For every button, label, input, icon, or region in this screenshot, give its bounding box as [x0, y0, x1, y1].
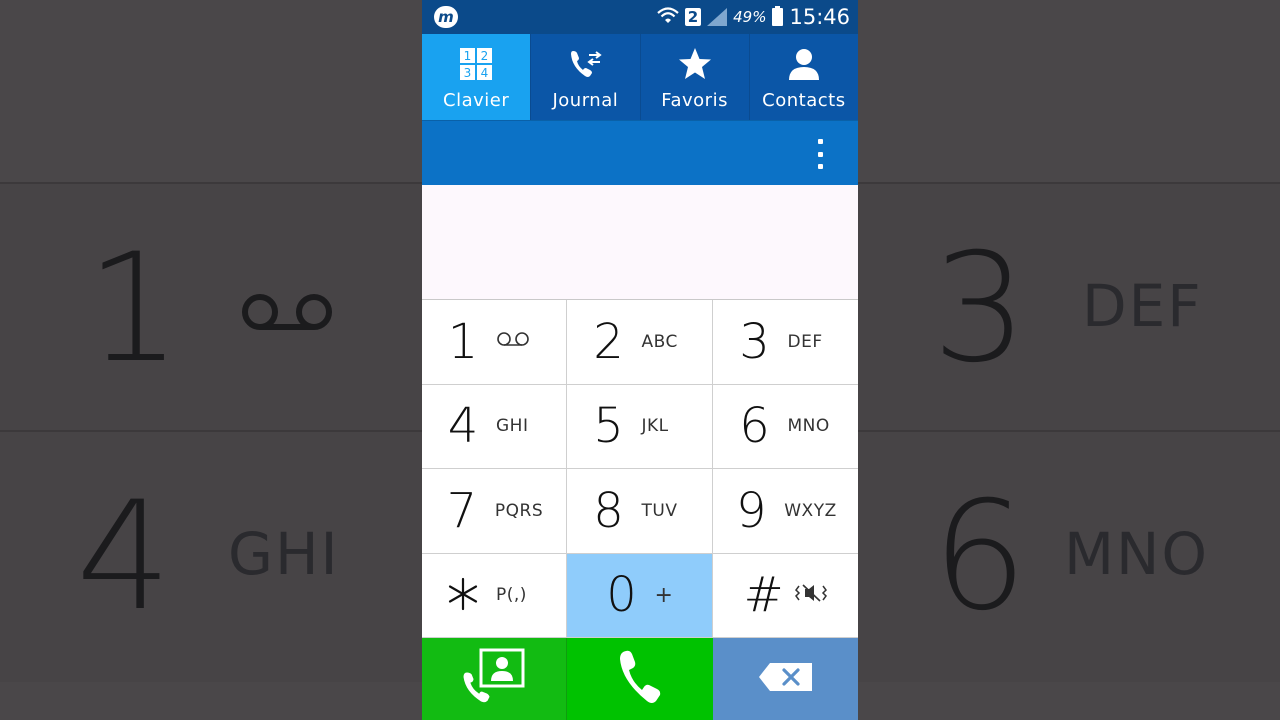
dialpad-icon-digit: 1: [464, 49, 472, 63]
backspace-icon: [758, 662, 814, 696]
background-letters: GHI: [228, 520, 340, 588]
background-row: [858, 182, 1280, 432]
status-clock: 15:46: [789, 5, 850, 29]
key-1[interactable]: 1: [422, 300, 567, 385]
key-digit: 3: [739, 313, 770, 370]
background-digit: 4: [76, 470, 172, 644]
call-button[interactable]: [567, 638, 713, 720]
star-icon: [678, 44, 712, 84]
key-digit: 0: [606, 567, 637, 624]
key-4[interactable]: 4 GHI: [422, 384, 567, 469]
tab-label: Journal: [552, 90, 619, 111]
number-display[interactable]: [422, 185, 858, 300]
sim-slot-badge: 2: [684, 8, 702, 26]
tab-clavier[interactable]: 1 2 3 4 Clavier: [422, 34, 532, 120]
bottom-action-bar: [422, 638, 858, 720]
key-letters: TUV: [641, 500, 678, 521]
call-log-icon: [568, 44, 603, 84]
dialpad: 1 2 ABC 3 DEF 4 GHI 5 JKL 6 MNO 7 PQRS 8…: [422, 300, 858, 638]
key-digit: 4: [447, 398, 479, 455]
backspace-button[interactable]: [713, 638, 858, 720]
key-letters: P(,): [496, 585, 527, 606]
call-contact-icon: [461, 648, 527, 710]
tab-label: Contacts: [762, 90, 846, 111]
key-letters: WXYZ: [784, 500, 837, 521]
phone-screen: m 2 49% 15:46 1 2 3 4 Clavier Journal Fa…: [422, 0, 858, 720]
dialpad-icon-digit: 4: [481, 66, 489, 80]
person-icon: [787, 44, 821, 84]
key-digit: 2: [593, 313, 624, 370]
more-options-icon[interactable]: [810, 139, 830, 169]
asterisk-icon: [446, 571, 480, 619]
background-digit: 1: [86, 222, 182, 396]
tab-label: Clavier: [443, 90, 510, 111]
key-letters: DEF: [787, 331, 823, 352]
key-0[interactable]: 0 +: [567, 553, 713, 638]
key-2[interactable]: 2 ABC: [567, 300, 713, 385]
key-letters: +: [654, 582, 674, 608]
background-row: [0, 182, 422, 432]
dialpad-icon: 1 2 3 4: [459, 44, 493, 84]
key-letters: PQRS: [494, 500, 544, 521]
key-3[interactable]: 3 DEF: [713, 300, 858, 385]
key-star[interactable]: P(,): [422, 553, 567, 638]
voicemail-icon: [496, 331, 542, 352]
phone-icon: [617, 649, 663, 709]
key-digit: #: [743, 567, 784, 624]
key-digit: 5: [593, 398, 624, 455]
key-letters: ABC: [641, 331, 678, 352]
tab-favoris[interactable]: Favoris: [641, 34, 750, 120]
tab-bar: 1 2 3 4 Clavier Journal Favoris Contacts: [422, 34, 858, 120]
key-digit: 1: [447, 313, 479, 370]
status-bar: m 2 49% 15:46: [422, 0, 858, 34]
background-row: [0, 430, 422, 682]
key-9[interactable]: 9 WXYZ: [713, 469, 858, 554]
tab-journal[interactable]: Journal: [531, 34, 641, 120]
key-hash[interactable]: #: [713, 553, 858, 638]
key-digit: 6: [739, 398, 770, 455]
key-6[interactable]: 6 MNO: [713, 384, 858, 469]
key-5[interactable]: 5 JKL: [567, 384, 713, 469]
key-digit: 9: [735, 482, 767, 539]
status-indicators: 2 49% 15:46: [656, 0, 850, 34]
key-7[interactable]: 7 PQRS: [422, 469, 567, 554]
battery-icon: [772, 6, 784, 26]
key-letters: GHI: [496, 416, 529, 437]
key-8[interactable]: 8 TUV: [567, 469, 713, 554]
background-letters: MNO: [1064, 520, 1210, 588]
wifi-icon: [656, 5, 679, 29]
key-letters: MNO: [787, 416, 830, 437]
action-bar: [422, 120, 858, 185]
add-contact-button[interactable]: [422, 638, 567, 720]
app-logo-icon: m: [434, 6, 458, 28]
background-digit: 6: [932, 470, 1028, 644]
background-letters: DEF: [1082, 272, 1203, 340]
dialpad-icon-digit: 3: [464, 66, 472, 80]
tab-label: Favoris: [661, 90, 728, 111]
voicemail-icon: [240, 292, 334, 336]
background-left: 1 4 GHI: [0, 0, 422, 720]
dialpad-icon-digit: 2: [481, 49, 489, 63]
battery-percent: 49%: [733, 8, 767, 26]
key-digit: 8: [593, 482, 624, 539]
key-digit: 7: [446, 482, 478, 539]
background-right: 3 DEF 6 MNO: [858, 0, 1280, 720]
mute-vibrate-icon: [794, 582, 828, 609]
background-digit: 3: [932, 222, 1028, 396]
signal-icon: [707, 8, 728, 26]
key-letters: JKL: [641, 416, 669, 437]
tab-contacts[interactable]: Contacts: [750, 34, 858, 120]
